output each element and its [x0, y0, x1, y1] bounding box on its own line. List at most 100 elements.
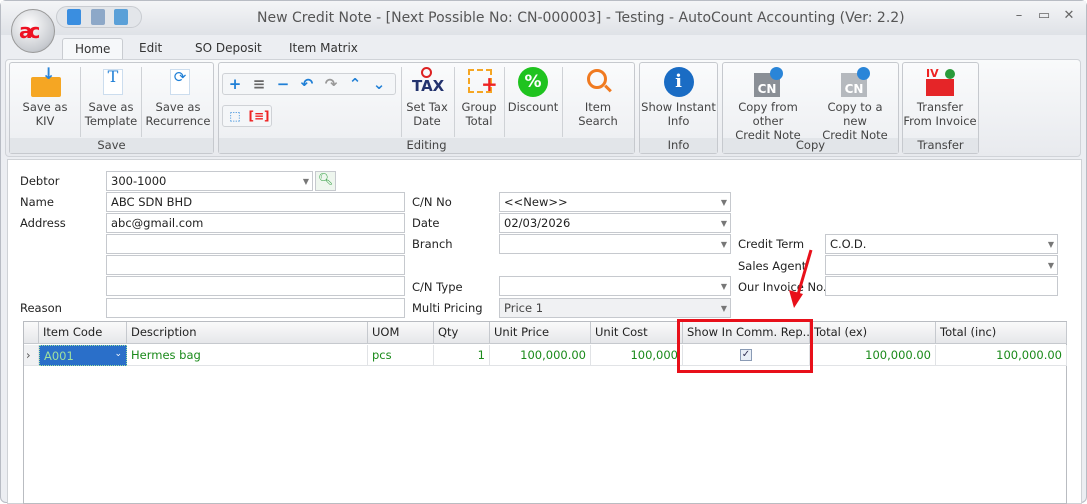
copy-to-cn-icon: CN — [839, 67, 871, 97]
save-as-kiv-button[interactable]: ↓ Save as KIV — [13, 65, 77, 129]
move-up-icon[interactable]: ⌃ — [343, 74, 367, 94]
save-as-recurrence-button[interactable]: ⟳ Save as Recurrence — [144, 65, 212, 128]
column-header-qty[interactable]: Qty — [434, 322, 490, 344]
annotation-arrow — [789, 249, 813, 308]
group-label: Info — [640, 138, 717, 153]
date-value: 02/03/2026 — [504, 216, 571, 230]
column-header-uom[interactable]: UOM — [368, 322, 434, 344]
our-invoice-no-field[interactable] — [825, 276, 1058, 296]
name-label: Name — [20, 195, 54, 209]
column-header-description[interactable]: Description — [127, 322, 368, 344]
label: Save as KIV — [22, 100, 68, 128]
maximize-button[interactable]: ▭ — [1034, 8, 1054, 23]
copy-from-cn-icon: CN — [752, 67, 784, 97]
delete-row-icon[interactable]: − — [271, 74, 295, 94]
item-detail-grid: Item Code Description UOM Qty Unit Price… — [23, 321, 1067, 504]
tab-so-deposit[interactable]: SO Deposit — [183, 38, 274, 60]
label: Save as — [88, 100, 134, 114]
column-header-total-ex[interactable]: Total (ex) — [810, 322, 936, 344]
dropdown-arrow-icon: ▼ — [1047, 240, 1054, 249]
show-instant-info-button[interactable]: i Show Instant Info — [641, 65, 716, 128]
discount-icon: % — [517, 67, 549, 97]
dropdown-arrow-icon: ▼ — [1047, 261, 1054, 270]
save-as-template-button[interactable]: T Save as Template — [83, 65, 139, 129]
item-search-button[interactable]: Item Search — [565, 65, 631, 128]
separator — [454, 67, 455, 137]
select-rows-icon[interactable]: ⬚ — [223, 106, 247, 126]
template-icon: T — [95, 67, 127, 97]
transfer-invoice-icon: IV — [924, 67, 956, 97]
tab-home[interactable]: Home — [62, 38, 124, 60]
move-down-icon[interactable]: ⌄ — [367, 74, 391, 94]
save-icon[interactable] — [67, 9, 81, 25]
column-header-unit-cost[interactable]: Unit Cost — [591, 322, 683, 344]
address-line-4[interactable] — [106, 276, 405, 296]
add-row-icon[interactable]: + — [223, 74, 247, 94]
address-line-1[interactable]: abc@gmail.com — [106, 213, 405, 233]
separator — [504, 67, 505, 137]
close-button[interactable]: ✕ — [1059, 8, 1079, 23]
unit-cost-cell[interactable]: 100,000 — [591, 345, 683, 366]
address-line-3[interactable] — [106, 255, 405, 275]
dropdown-arrow-icon: ⌄ — [114, 349, 122, 359]
total-inc-cell[interactable]: 100,000.00 — [936, 345, 1067, 366]
group-total-button[interactable]: + Group Total — [457, 65, 501, 128]
tab-item-matrix[interactable]: Item Matrix — [277, 38, 370, 60]
set-tax-date-button[interactable]: TAX Set Tax Date — [404, 65, 450, 128]
dropdown-arrow-icon: ▼ — [720, 198, 727, 207]
total-ex-cell[interactable]: 100,000.00 — [810, 345, 936, 366]
description-cell[interactable]: Hermes bag — [127, 345, 368, 366]
label: Recurrence — [145, 114, 211, 128]
label: Copy to a new — [827, 100, 883, 128]
column-header-unit-price[interactable]: Unit Price — [490, 322, 591, 344]
annotation-highlight-box — [677, 319, 813, 373]
group-total-icon: + — [463, 67, 498, 97]
copy-to-new-credit-note-button[interactable]: CN Copy to a new Credit Note — [815, 65, 895, 142]
separator — [80, 67, 81, 137]
debtor-combobox[interactable]: 300-1000 ▼ — [106, 171, 313, 191]
save-preview-icon[interactable] — [114, 9, 128, 25]
column-header-total-inc[interactable]: Total (inc) — [936, 322, 1067, 344]
column-header-item-code[interactable]: Item Code — [39, 322, 127, 344]
item-code-value: A001 — [44, 349, 74, 363]
redo-icon[interactable]: ↷ — [319, 74, 343, 94]
save-print-icon[interactable] — [91, 9, 105, 25]
name-field[interactable]: ABC SDN BHD — [106, 192, 405, 212]
tab-edit[interactable]: Edit — [127, 38, 174, 60]
branch-label: Branch — [412, 237, 453, 251]
unit-price-cell[interactable]: 100,000.00 — [490, 345, 591, 366]
debtor-info-button[interactable]: 🔍︎ — [315, 171, 336, 191]
copy-from-other-credit-note-button[interactable]: CN Copy from other Credit Note — [723, 65, 813, 142]
cn-no-value: <<New>> — [504, 195, 568, 209]
label: Save as — [155, 100, 201, 114]
uom-cell[interactable]: pcs — [368, 345, 434, 366]
group-label: Editing — [219, 138, 634, 153]
recurrence-icon: ⟳ — [162, 67, 194, 97]
sales-agent-combobox[interactable]: ▼ — [825, 255, 1058, 275]
branch-combobox[interactable]: ▼ — [499, 234, 731, 254]
label: Template — [84, 114, 138, 128]
transfer-from-invoice-button[interactable]: IV Transfer From Invoice — [903, 65, 977, 128]
folder-download-icon: ↓ — [29, 66, 61, 97]
reason-field[interactable] — [106, 298, 405, 318]
dropdown-arrow-icon: ▼ — [720, 219, 727, 228]
date-picker[interactable]: 02/03/2026 ▼ — [499, 213, 731, 233]
minimize-button[interactable]: – — [1009, 8, 1029, 23]
label: Info — [667, 114, 690, 128]
insert-row-icon[interactable]: ≡ — [247, 74, 271, 94]
subtotal-icon[interactable]: [≡] — [247, 106, 271, 126]
app-menu-button[interactable]: ac — [11, 9, 55, 53]
undo-icon[interactable]: ↶ — [295, 74, 319, 94]
cn-type-label: C/N Type — [412, 280, 463, 294]
cn-type-combobox[interactable]: ▼ — [499, 276, 731, 296]
label: Group — [461, 100, 497, 114]
address-line-2[interactable] — [106, 234, 405, 254]
row-edit-toolbar: + ≡ − ↶ ↷ ⌃ ⌄ — [222, 73, 396, 95]
cn-no-combobox[interactable]: <<New>> ▼ — [499, 192, 731, 212]
label: Item Search — [578, 100, 618, 128]
credit-term-combobox[interactable]: C.O.D. ▼ — [825, 234, 1058, 254]
row-indicator-icon[interactable]: › — [24, 345, 39, 366]
discount-button[interactable]: % Discount — [507, 65, 559, 114]
qty-cell[interactable]: 1 — [434, 345, 490, 366]
item-code-cell[interactable]: A001 ⌄ — [39, 345, 127, 366]
